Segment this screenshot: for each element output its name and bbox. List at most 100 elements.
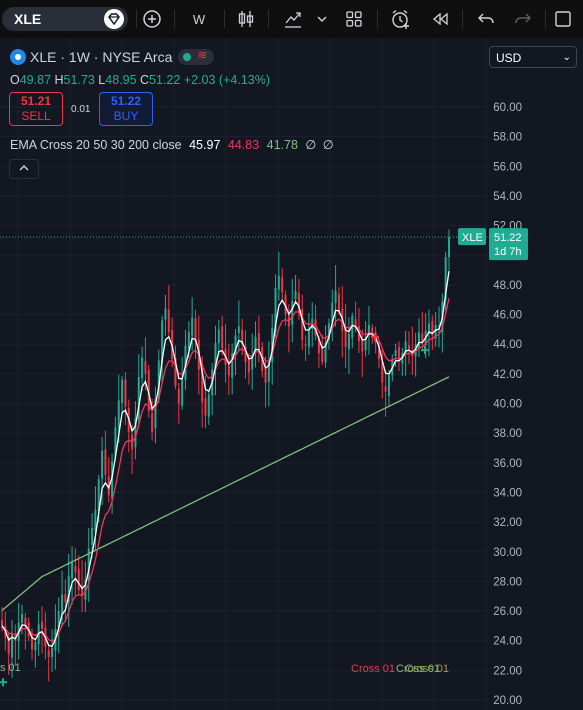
candle-body [347, 333, 350, 350]
indicator-name: EMA Cross 20 50 30 200 close [10, 138, 182, 152]
redo-icon[interactable] [511, 7, 535, 31]
y-axis-tick-label: 48.00 [493, 280, 522, 292]
last-price-label: 51.22 [494, 232, 522, 244]
candle-body [151, 413, 154, 432]
toolbar-divider [136, 10, 137, 28]
market-status-pill[interactable]: ≋ [178, 48, 215, 65]
toolbar-divider [224, 10, 225, 28]
candle-body [407, 345, 410, 349]
candle-body [181, 379, 184, 406]
candle-body [381, 363, 384, 383]
candle-body [247, 359, 250, 373]
candle-body [77, 568, 80, 591]
candles-icon[interactable] [234, 7, 258, 31]
candle-body [334, 290, 337, 303]
chevron-down-icon[interactable] [314, 7, 330, 31]
toolbar-divider [462, 10, 463, 28]
y-axis-tick-label: 36.00 [493, 458, 522, 470]
legend-title-row: XLE · 1W · NYSE Arca ≋ [10, 48, 215, 65]
change-value: +2.03 (+4.13%) [183, 73, 270, 87]
candle-body [51, 648, 54, 658]
candle-body [64, 594, 67, 603]
candle-body [91, 528, 94, 545]
candle-body [307, 329, 310, 347]
y-axis-tick-label: 54.00 [493, 191, 522, 203]
candle-body [361, 339, 364, 352]
chart-pane[interactable]: 60.0058.0056.0054.0052.0050.0048.0046.00… [0, 38, 583, 710]
replay-icon[interactable] [428, 7, 452, 31]
ema1-value: 45.97 [189, 138, 221, 152]
cross-label: Cross 01 [351, 663, 395, 675]
toolbar-divider [174, 10, 175, 28]
candle-body [117, 400, 120, 428]
candle-body [448, 237, 450, 258]
y-axis-tick-label: 44.00 [493, 339, 522, 351]
market-open-icon [183, 53, 192, 61]
toolbar-divider [377, 10, 378, 28]
countdown-label: 1d 7h [494, 246, 522, 258]
buy-price: 51.22 [110, 94, 142, 108]
candle-body [101, 450, 104, 479]
candle-body [394, 350, 397, 357]
y-axis-tick-label: 40.00 [493, 399, 522, 411]
candle-body [321, 348, 324, 362]
y-axis-tick-label: 30.00 [493, 547, 522, 559]
buy-label: BUY [113, 109, 139, 123]
candle-body [194, 318, 197, 342]
candle-body [301, 309, 304, 340]
ema3-value: 41.78 [266, 138, 298, 152]
candle-body [21, 614, 24, 623]
fullscreen-icon[interactable] [551, 7, 575, 31]
candle-body [167, 309, 170, 333]
alert-icon[interactable] [388, 7, 412, 31]
interval-button[interactable]: W [186, 7, 212, 31]
wave-icon: ≋ [197, 48, 208, 62]
candle-body [337, 294, 340, 312]
ema2-value: 44.83 [227, 138, 260, 152]
y-axis-tick-label: 34.00 [493, 487, 522, 499]
y-axis-tick-label: 38.00 [493, 428, 522, 440]
y-axis-tick-label: 58.00 [493, 132, 522, 144]
buy-button[interactable]: 51.22 BUY [99, 92, 153, 126]
close-value: 51.22 [149, 73, 181, 87]
indicator-legend[interactable]: EMA Cross 20 50 30 200 close 45.97 44.83… [10, 137, 334, 152]
layout-icon[interactable] [342, 7, 366, 31]
add-symbol-icon[interactable] [140, 7, 164, 31]
y-axis-tick-label: 20.00 [493, 695, 522, 707]
symbol-tag-label: XLE [462, 232, 483, 244]
high-value: 51.73 [63, 73, 95, 87]
candle-body [277, 276, 280, 290]
diamond-icon[interactable] [104, 9, 124, 29]
symbol-label: XLE [14, 11, 42, 27]
candle-body [257, 332, 260, 351]
y-axis-tick-label: 22.00 [493, 665, 522, 677]
candle-body [141, 357, 144, 379]
undo-icon[interactable] [474, 7, 498, 31]
candle-body [61, 594, 64, 615]
candle-body [281, 277, 284, 293]
candle-body [71, 562, 74, 579]
y-axis-tick-label: 46.00 [493, 310, 522, 322]
legend-title[interactable]: XLE · 1W · NYSE Arca [30, 49, 172, 65]
candle-body [221, 326, 224, 349]
collapse-legend-button[interactable] [9, 159, 39, 179]
cross-label: s 01 [0, 662, 21, 674]
currency-select[interactable]: USD ⌄ [489, 46, 577, 68]
symbol-search[interactable]: XLE [2, 7, 128, 31]
candle-body [291, 301, 294, 325]
chevron-down-icon: ⌄ [562, 52, 571, 63]
y-axis-tick-label: 60.00 [493, 102, 522, 114]
y-axis-tick-label: 42.00 [493, 369, 522, 381]
y-axis-tick-label: 32.00 [493, 517, 522, 529]
sell-price: 51.21 [20, 94, 52, 108]
y-axis-tick-label: 28.00 [493, 576, 522, 588]
y-axis-tick-label: 26.00 [493, 606, 522, 618]
candle-body [304, 344, 307, 346]
candle-body [427, 323, 430, 333]
sell-button[interactable]: 51.21 SELL [9, 92, 63, 126]
indicators-icon[interactable] [281, 7, 305, 31]
candle-body [384, 386, 387, 392]
spread-value: 0.01 [71, 104, 91, 115]
ema5-value: ∅ [322, 138, 334, 152]
candle-body [237, 326, 240, 334]
